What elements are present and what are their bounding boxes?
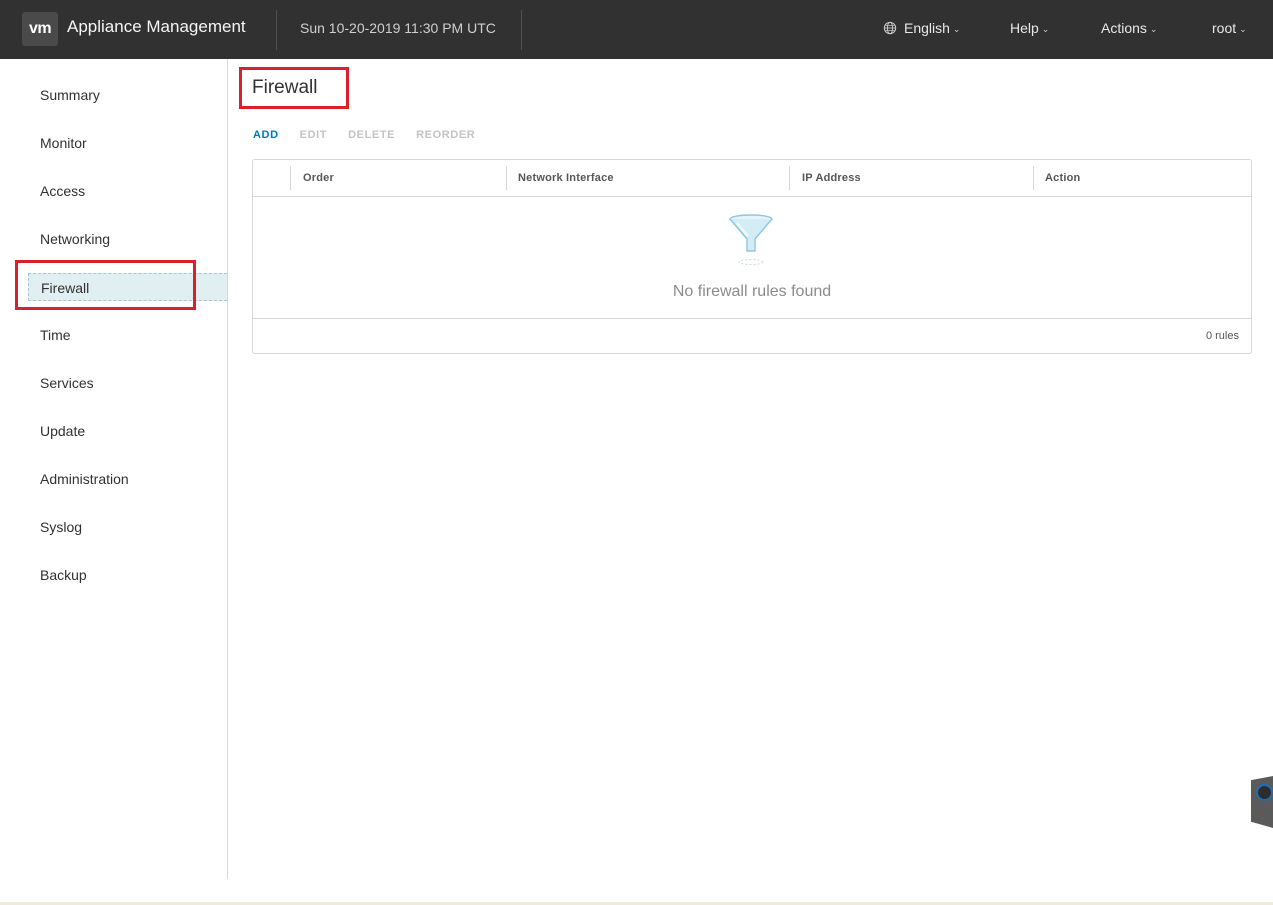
language-label: English xyxy=(904,20,950,36)
reorder-button[interactable]: REORDER xyxy=(416,129,475,141)
firewall-rules-grid: Order Network Interface IP Address Actio… xyxy=(252,159,1252,354)
sidebar-item-time[interactable]: Time xyxy=(28,321,227,349)
header-datetime: Sun 10-20-2019 11:30 PM UTC xyxy=(300,20,496,36)
globe-icon xyxy=(883,21,897,35)
header-divider xyxy=(276,10,277,50)
sidebar-item-administration[interactable]: Administration xyxy=(28,465,227,493)
delete-button[interactable]: DELETE xyxy=(348,129,395,141)
language-menu[interactable]: English ⌄ xyxy=(883,20,960,36)
page-title: Firewall xyxy=(252,77,318,98)
sidebar-item-access[interactable]: Access xyxy=(28,177,227,205)
column-header-order[interactable]: Order xyxy=(291,160,506,196)
sidebar-item-networking[interactable]: Networking xyxy=(28,225,227,253)
empty-state-message: No firewall rules found xyxy=(672,283,832,300)
column-header-action[interactable]: Action xyxy=(1033,160,1251,196)
add-button[interactable]: ADD xyxy=(253,129,279,141)
chevron-down-icon: ⌄ xyxy=(1239,23,1247,34)
sidebar-item-backup[interactable]: Backup xyxy=(28,561,227,589)
help-label: Help xyxy=(1010,20,1039,36)
chevron-down-icon: ⌄ xyxy=(952,23,961,34)
column-header-network-interface[interactable]: Network Interface xyxy=(506,160,789,196)
sidebar-item-firewall[interactable]: Firewall xyxy=(28,273,227,301)
funnel-filter-icon xyxy=(729,214,773,265)
edit-button[interactable]: EDIT xyxy=(300,129,327,141)
sidebar-item-update[interactable]: Update xyxy=(28,417,227,445)
actions-label: Actions xyxy=(1101,20,1147,36)
grid-footer: 0 rules xyxy=(253,318,1251,353)
top-header: vm Appliance Management Sun 10-20-2019 1… xyxy=(0,0,1273,59)
sidebar-item-syslog[interactable]: Syslog xyxy=(28,513,227,541)
sidebar-nav: Summary Monitor Access Networking Firewa… xyxy=(0,59,228,879)
chevron-down-icon: ⌄ xyxy=(1041,23,1050,34)
rule-count: 0 rules xyxy=(1205,330,1239,342)
app-title: Appliance Management xyxy=(67,17,246,36)
grid-header-row: Order Network Interface IP Address Actio… xyxy=(253,160,1251,197)
user-label: root xyxy=(1212,20,1237,36)
sidebar-item-summary[interactable]: Summary xyxy=(28,81,227,109)
chevron-down-icon: ⌄ xyxy=(1149,23,1158,34)
vm-logo: vm xyxy=(22,12,58,46)
column-header-ip-address[interactable]: IP Address xyxy=(790,160,1033,196)
help-menu[interactable]: Help ⌄ xyxy=(1010,20,1049,36)
user-menu[interactable]: root ⌄ xyxy=(1212,20,1247,36)
header-divider xyxy=(521,10,522,50)
remote-session-icon[interactable] xyxy=(1256,784,1273,801)
actions-menu[interactable]: Actions ⌄ xyxy=(1101,20,1157,36)
sidebar-item-monitor[interactable]: Monitor xyxy=(28,129,227,157)
grid-toolbar: ADD EDIT DELETE REORDER xyxy=(253,129,496,141)
sidebar-item-services[interactable]: Services xyxy=(28,369,227,397)
